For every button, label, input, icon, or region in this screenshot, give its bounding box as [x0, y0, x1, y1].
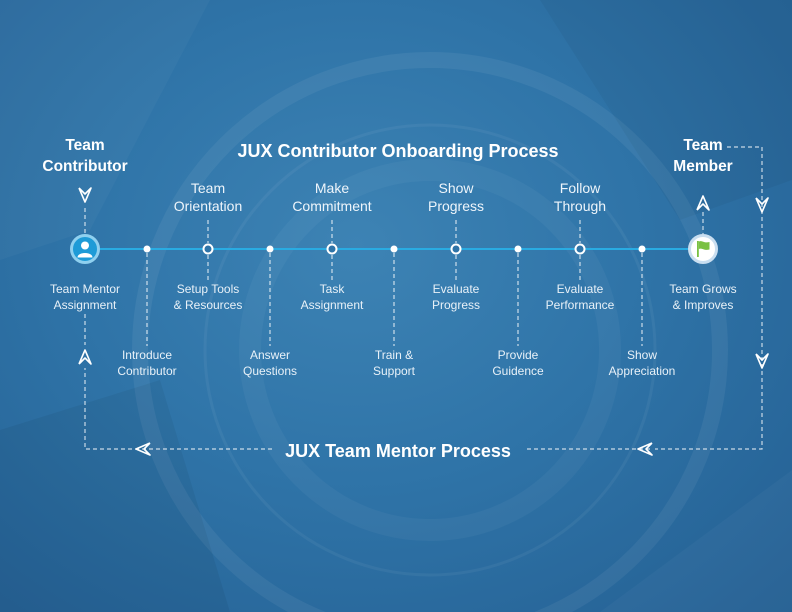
end-below-label: Team Grows & Improves	[669, 282, 737, 312]
step-node	[143, 245, 151, 253]
chevron-up-icon	[78, 349, 92, 365]
start-below-label: Team Mentor Assignment	[49, 282, 121, 312]
stage-label: Make Commitment	[292, 180, 372, 214]
start-label: Team Contributor	[42, 137, 128, 175]
step-node	[390, 245, 398, 253]
step-node	[638, 245, 646, 253]
onboarding-diagram: JUX Contributor Onboarding Process JUX T…	[0, 0, 792, 612]
step-node	[266, 245, 274, 253]
stage-node	[450, 243, 462, 255]
mentor-process-title: JUX Team Mentor Process	[285, 441, 511, 461]
step-label: Provide Guidence	[492, 348, 544, 378]
user-icon	[77, 241, 93, 258]
stage-node	[574, 243, 586, 255]
stage-node	[326, 243, 338, 255]
chevron-down-icon	[78, 187, 92, 203]
stage-below-label: Evaluate Performance	[545, 282, 615, 312]
chevron-up-icon	[696, 195, 710, 211]
step-label: Show Appreciation	[608, 348, 676, 378]
stage-below-label: Evaluate Progress	[431, 282, 481, 312]
stage-node	[202, 243, 214, 255]
stage-label: Team Orientation	[173, 180, 243, 214]
stage-below-label: Task Assignment	[300, 282, 364, 312]
step-node	[514, 245, 522, 253]
step-label: Answer Questions	[242, 348, 298, 378]
loop-path-bottom-left	[84, 368, 272, 450]
flag-icon	[697, 241, 710, 257]
step-label: Introduce Contributor	[117, 348, 177, 378]
start-node	[70, 234, 100, 264]
stage-label: Show Progress	[427, 180, 485, 214]
stage-label: Follow Through	[553, 180, 607, 214]
diagram-title: JUX Contributor Onboarding Process	[237, 141, 559, 161]
stage-below-label: Setup Tools & Resources	[173, 282, 243, 312]
step-label: Train & Support	[372, 348, 416, 378]
end-label: Team Member	[673, 137, 733, 175]
end-node	[688, 234, 718, 264]
